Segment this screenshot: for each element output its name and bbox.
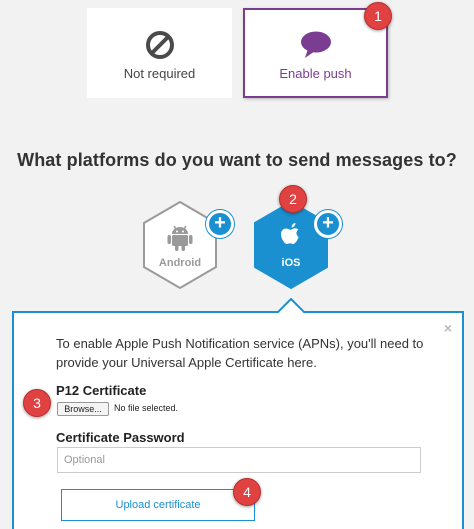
p12-certificate-label: P12 Certificate <box>56 383 147 398</box>
not-required-label: Not required <box>123 66 196 81</box>
speech-bubble-icon <box>300 31 331 58</box>
apple-icon <box>281 223 299 244</box>
add-ios-button[interactable]: + <box>314 210 342 238</box>
browse-button[interactable]: Browse... <box>57 402 109 416</box>
certificate-password-input[interactable]: Optional <box>57 447 421 473</box>
step-badge-1: 1 <box>364 2 392 30</box>
ban-icon <box>145 31 174 59</box>
plus-icon: + <box>214 212 226 234</box>
certificate-password-label: Certificate Password <box>56 430 185 445</box>
file-status: No file selected. <box>114 403 179 413</box>
panel-pointer <box>277 298 305 313</box>
step-badge-3: 3 <box>23 389 51 417</box>
android-platform[interactable]: Android <box>141 199 219 291</box>
enable-push-label: Enable push <box>279 66 352 81</box>
upload-certificate-button[interactable]: Upload certificate <box>61 489 255 521</box>
android-label: Android <box>158 257 202 269</box>
apns-description: To enable Apple Push Notification servic… <box>56 336 424 370</box>
platform-question: What platforms do you want to send messa… <box>17 150 457 170</box>
not-required-card[interactable]: Not required <box>87 8 232 98</box>
add-android-button[interactable]: + <box>206 210 234 238</box>
step-badge-2: 2 <box>279 185 307 213</box>
plus-icon: + <box>322 212 334 234</box>
ios-label: iOS <box>281 257 301 269</box>
step-badge-4: 4 <box>233 478 261 506</box>
android-icon <box>167 225 193 251</box>
